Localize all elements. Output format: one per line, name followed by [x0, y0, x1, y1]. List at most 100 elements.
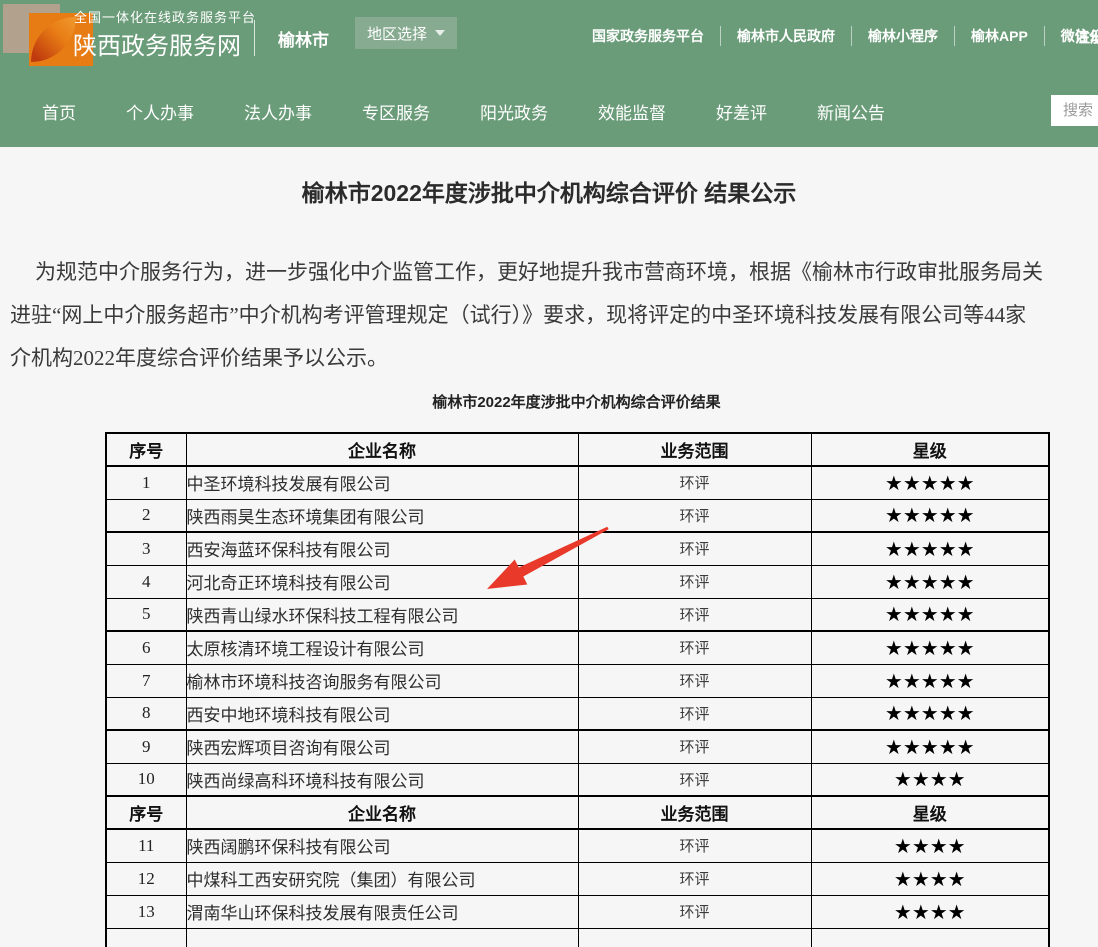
- company-name: 中圣环境科技发展有限公司: [186, 466, 578, 499]
- nav-item-zone-services[interactable]: 专区服务: [362, 99, 430, 124]
- table-row: 8 西安中地环境科技有限公司 环评 ★★★★★: [106, 697, 1049, 730]
- star-rating: ★★★★★: [811, 730, 1049, 763]
- row-no: 9: [106, 730, 186, 763]
- star-rating: ★★★★: [811, 829, 1049, 862]
- col-header-name: 企业名称: [186, 796, 578, 829]
- search-box: [1051, 95, 1098, 126]
- nav-item-personal[interactable]: 个人办事: [126, 99, 194, 124]
- row-no: 12: [106, 862, 186, 895]
- col-header-name: 企业名称: [186, 433, 578, 466]
- table-row: 3 西安海蓝环保科技有限公司 环评 ★★★★★: [106, 532, 1049, 565]
- evaluation-results-table: 序号 企业名称 业务范围 星级 1 中圣环境科技发展有限公司 环评 ★★★★★ …: [105, 432, 1050, 947]
- paragraph-line: 介机构2022年度综合评价结果予以公示。: [10, 337, 1098, 380]
- business-scope: 环评: [578, 763, 811, 796]
- star-rating: ★★★★★: [811, 532, 1049, 565]
- header-links: 国家政务服务平台 榆林市人民政府 榆林小程序 榆林APP 微信公众号: [576, 26, 1098, 46]
- col-header-no: 序号: [106, 433, 186, 466]
- table-row: 2 陕西雨昊生态环境集团有限公司 环评 ★★★★★: [106, 499, 1049, 532]
- col-header-scope: 业务范围: [578, 433, 811, 466]
- company-name: 陕西青山绿水环保科技工程有限公司: [186, 598, 578, 631]
- nav-item-home[interactable]: 首页: [42, 99, 76, 124]
- nav-item-efficiency-supervision[interactable]: 效能监督: [598, 99, 666, 124]
- search-input[interactable]: [1051, 95, 1098, 126]
- nav-item-rating[interactable]: 好差评: [716, 99, 767, 124]
- table-row: 12 中煤科工西安研究院（集团）有限公司 环评 ★★★★: [106, 862, 1049, 895]
- company-name: 中煤科工西安研究院（集团）有限公司: [186, 862, 578, 895]
- company-name: 太原核清环境工程设计有限公司: [186, 631, 578, 664]
- business-scope: 环评: [578, 631, 811, 664]
- link-mini-program[interactable]: 榆林小程序: [851, 26, 954, 46]
- star-rating: ★★★★: [811, 862, 1049, 895]
- page-title: 榆林市2022年度涉批中介机构综合评价 结果公示: [0, 174, 1098, 208]
- link-city-government[interactable]: 榆林市人民政府: [720, 26, 851, 46]
- nav-item-news[interactable]: 新闻公告: [817, 99, 885, 124]
- row-no: 13: [106, 895, 186, 928]
- business-scope: 环评: [578, 598, 811, 631]
- table-caption: 榆林市2022年度涉批中介机构综合评价结果: [0, 391, 1098, 412]
- company-name: 渭南华山环保科技发展有限责任公司: [186, 895, 578, 928]
- row-no: 1: [106, 466, 186, 499]
- table-row: 10 陕西尚绿高科环境科技有限公司 环评 ★★★★: [106, 763, 1049, 796]
- star-rating: ★★★★★: [811, 697, 1049, 730]
- company-name: 陕西宏辉项目咨询有限公司: [186, 730, 578, 763]
- business-scope: 环评: [578, 862, 811, 895]
- table-row: 11 陕西阔鹏环保科技有限公司 环评 ★★★★: [106, 829, 1049, 862]
- row-no: 2: [106, 499, 186, 532]
- business-scope: 环评: [578, 466, 811, 499]
- business-scope: 环评: [578, 730, 811, 763]
- table-row: 6 太原核清环境工程设计有限公司 环评 ★★★★★: [106, 631, 1049, 664]
- paragraph-line: 进驻“网上中介服务超市”中介机构考评管理规定（试行）》要求，现将评定的中圣环境科…: [10, 294, 1098, 337]
- star-rating: ★★★★★: [811, 565, 1049, 598]
- business-scope: 环评: [578, 697, 811, 730]
- announcement-paragraph: 为规范中介服务行为，进一步强化中介监管工作，更好地提升我市营商环境，根据《榆林市…: [10, 251, 1098, 380]
- nav-item-legal-person[interactable]: 法人办事: [244, 99, 312, 124]
- row-no: 3: [106, 532, 186, 565]
- star-rating: ★★★★: [811, 895, 1049, 928]
- region-select-label: 地区选择: [367, 23, 427, 44]
- star-rating: ★★★★: [811, 763, 1049, 796]
- business-scope: 环评: [578, 532, 811, 565]
- table-row: 7 榆林市环境科技咨询服务有限公司 环评 ★★★★★: [106, 664, 1049, 697]
- paragraph-line: 为规范中介服务行为，进一步强化中介监管工作，更好地提升我市营商环境，根据《榆林市…: [10, 251, 1098, 294]
- site-name: 陕西政务服务网: [73, 26, 241, 61]
- star-rating: ★★★★★: [811, 598, 1049, 631]
- link-city-app[interactable]: 榆林APP: [954, 26, 1044, 46]
- star-rating: ★★★★★: [811, 499, 1049, 532]
- main-nav: 首页 个人办事 法人办事 专区服务 阳光政务 效能监督 好差评 新闻公告: [0, 75, 1098, 147]
- business-scope: 环评: [578, 499, 811, 532]
- row-no: 6: [106, 631, 186, 664]
- company-name: 陕西阔鹏环保科技有限公司: [186, 829, 578, 862]
- row-no: 10: [106, 763, 186, 796]
- company-name: 河北奇正环境科技有限公司: [186, 565, 578, 598]
- star-rating: ★★★★★: [811, 664, 1049, 697]
- company-name: 陕西雨昊生态环境集团有限公司: [186, 499, 578, 532]
- row-no: 7: [106, 664, 186, 697]
- chevron-down-icon: [435, 30, 445, 36]
- business-scope: 环评: [578, 664, 811, 697]
- table-header-row: 序号 企业名称 业务范围 星级: [106, 796, 1049, 829]
- register-link[interactable]: 注册: [1075, 26, 1098, 47]
- col-header-no: 序号: [106, 796, 186, 829]
- business-scope: 环评: [578, 895, 811, 928]
- row-no: 5: [106, 598, 186, 631]
- table-row: 5 陕西青山绿水环保科技工程有限公司 环评 ★★★★★: [106, 598, 1049, 631]
- table-row: 4 河北奇正环境科技有限公司 环评 ★★★★★: [106, 565, 1049, 598]
- logo-leaf-icon: [31, 17, 76, 62]
- col-header-scope: 业务范围: [578, 796, 811, 829]
- table-row: 9 陕西宏辉项目咨询有限公司 环评 ★★★★★: [106, 730, 1049, 763]
- table-row: 13 渭南华山环保科技发展有限责任公司 环评 ★★★★: [106, 895, 1049, 928]
- row-no: 4: [106, 565, 186, 598]
- site-header: 全国一体化在线政务服务平台 陕西政务服务网 榆林市 地区选择 国家政务服务平台 …: [0, 0, 1098, 75]
- nav-item-open-government[interactable]: 阳光政务: [480, 99, 548, 124]
- nav-items: 首页 个人办事 法人办事 专区服务 阳光政务 效能监督 好差评 新闻公告: [42, 75, 885, 147]
- row-no: 8: [106, 697, 186, 730]
- table-header-row: 序号 企业名称 业务范围 星级: [106, 433, 1049, 466]
- platform-label: 全国一体化在线政务服务平台: [74, 7, 256, 26]
- company-name: 西安中地环境科技有限公司: [186, 697, 578, 730]
- company-name: 西安海蓝环保科技有限公司: [186, 532, 578, 565]
- header-divider: [254, 20, 255, 56]
- col-header-stars: 星级: [811, 433, 1049, 466]
- business-scope: 环评: [578, 565, 811, 598]
- region-select-button[interactable]: 地区选择: [355, 17, 457, 49]
- link-national-platform[interactable]: 国家政务服务平台: [576, 26, 720, 46]
